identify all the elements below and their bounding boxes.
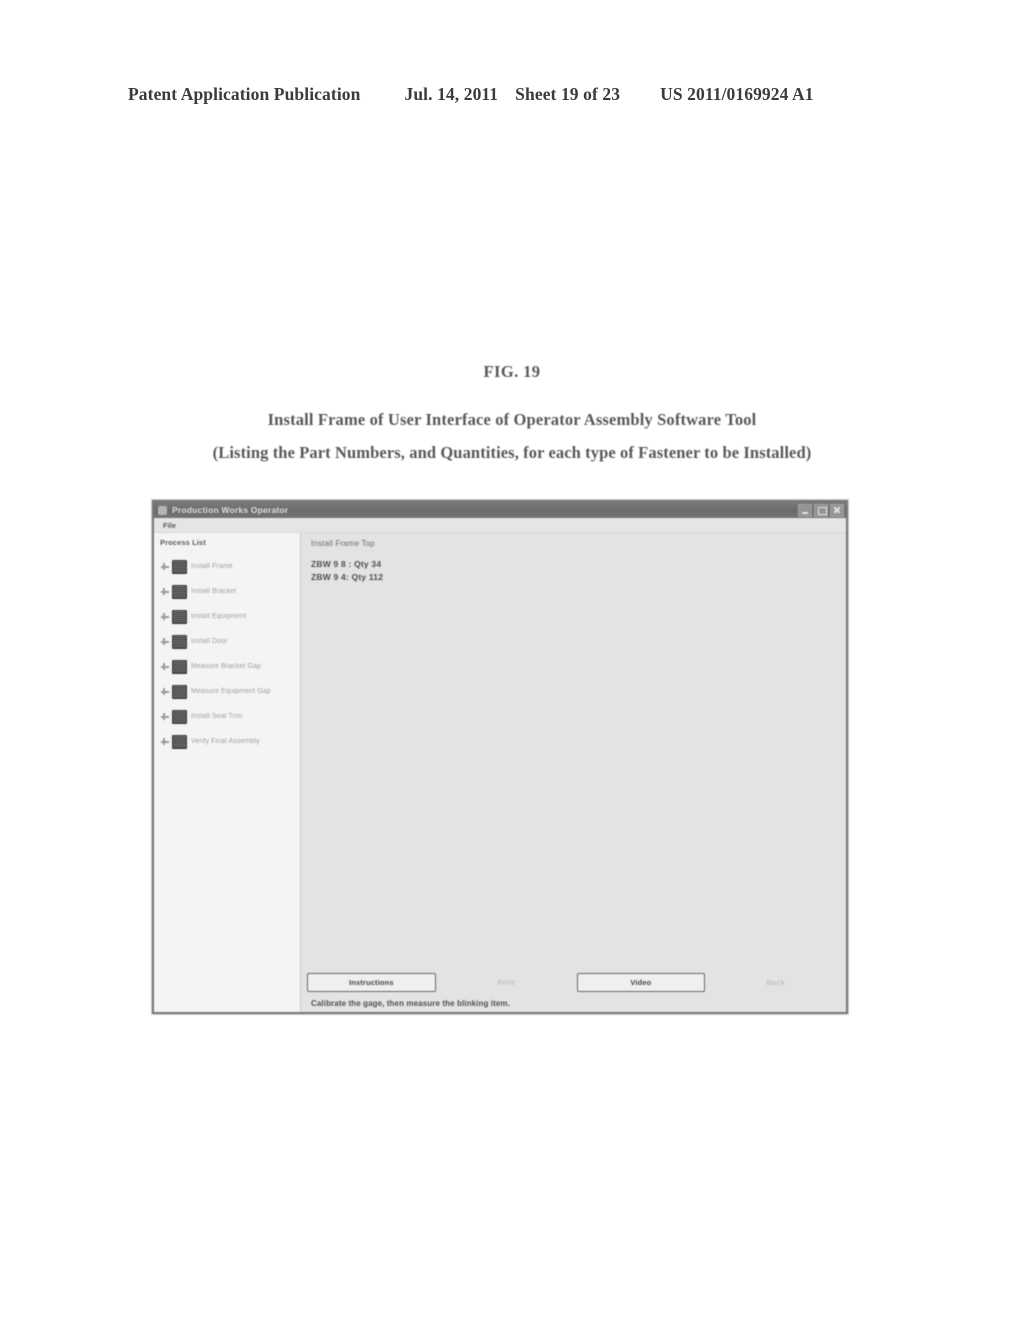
process-list: Install Frame Install Bracket Install Eq… xyxy=(154,554,300,1012)
expand-icon[interactable] xyxy=(159,586,170,597)
window-body: Process List Install Frame Install Brack… xyxy=(154,533,846,1012)
menu-bar: File xyxy=(154,518,846,533)
window-title: Production Works Operator xyxy=(172,505,289,515)
figure-label: FIG. 19 xyxy=(483,362,541,381)
expand-icon[interactable] xyxy=(159,611,170,622)
maximize-icon[interactable] xyxy=(814,503,828,517)
content-heading: Install Frame Top xyxy=(311,539,375,548)
list-item[interactable]: Install Frame xyxy=(159,554,300,579)
back-button[interactable]: Back xyxy=(711,973,840,992)
window-titlebar[interactable]: Production Works Operator xyxy=(154,502,846,518)
application-window: Production Works Operator File Process L… xyxy=(152,500,848,1014)
video-button[interactable]: Video xyxy=(576,972,706,992)
status-text: Calibrate the gage, then measure the bli… xyxy=(311,998,510,1008)
page-header: Patent Application Publication Jul. 14, … xyxy=(128,84,896,105)
list-item-label: Install Door xyxy=(191,638,228,645)
list-item[interactable]: Install Door xyxy=(159,629,300,654)
status-bar: Calibrate the gage, then measure the bli… xyxy=(301,994,846,1012)
list-item[interactable]: Measure Equipment Gap xyxy=(159,679,300,704)
list-item-label: Install Bracket xyxy=(191,588,237,595)
publication-label: Patent Application Publication xyxy=(128,84,361,104)
minimize-icon[interactable] xyxy=(798,503,812,517)
button-row: Instructions Print Video Back xyxy=(301,970,846,994)
expand-icon[interactable] xyxy=(159,736,170,747)
menu-item-file[interactable]: File xyxy=(160,521,179,530)
list-item-label: Install Equipment xyxy=(191,613,247,620)
process-icon xyxy=(172,709,187,724)
list-item[interactable]: Install Seal Trim xyxy=(159,704,300,729)
content-panel: Install Frame Top ZBW 9 8 : Qty 34 ZBW 9… xyxy=(300,533,846,1012)
process-icon xyxy=(172,609,187,624)
expand-icon[interactable] xyxy=(159,661,170,672)
process-icon xyxy=(172,684,187,699)
process-icon xyxy=(172,634,187,649)
figure-caption-block: FIG. 19 Install Frame of User Interface … xyxy=(0,362,1024,463)
patent-number: US 2011/0169924 A1 xyxy=(660,84,814,104)
process-list-panel: Process List Install Frame Install Brack… xyxy=(154,533,300,1012)
part-line: ZBW 9 4: Qty 112 xyxy=(311,572,384,582)
list-item-label: Measure Equipment Gap xyxy=(191,688,271,695)
expand-icon[interactable] xyxy=(159,636,170,647)
figure-title: Install Frame of User Interface of Opera… xyxy=(267,410,757,429)
process-icon xyxy=(172,659,187,674)
process-icon xyxy=(172,559,187,574)
print-button[interactable]: Print xyxy=(442,973,571,992)
close-icon[interactable] xyxy=(830,503,844,517)
list-item[interactable]: Install Bracket xyxy=(159,579,300,604)
publication-date: Jul. 14, 2011 xyxy=(404,84,499,104)
process-list-header: Process List xyxy=(160,538,206,547)
expand-icon[interactable] xyxy=(159,711,170,722)
application-icon xyxy=(158,505,167,515)
expand-icon[interactable] xyxy=(159,561,170,572)
list-item-label: Install Frame xyxy=(191,563,233,570)
list-item[interactable]: Verify Final Assembly xyxy=(159,729,300,754)
part-line: ZBW 9 8 : Qty 34 xyxy=(311,559,382,569)
list-item[interactable]: Measure Bracket Gap xyxy=(159,654,300,679)
expand-icon[interactable] xyxy=(159,686,170,697)
content-main: Install Frame Top ZBW 9 8 : Qty 34 ZBW 9… xyxy=(301,533,846,970)
process-icon xyxy=(172,584,187,599)
sheet-number: Sheet 19 of 23 xyxy=(515,84,621,104)
process-icon xyxy=(172,734,187,749)
list-item-label: Verify Final Assembly xyxy=(191,738,260,745)
list-item-label: Install Seal Trim xyxy=(191,713,243,720)
list-item-label: Measure Bracket Gap xyxy=(191,663,261,670)
window-controls xyxy=(798,503,844,517)
figure-subtitle: (Listing the Part Numbers, and Quantitie… xyxy=(212,443,812,462)
list-item[interactable]: Install Equipment xyxy=(159,604,300,629)
instructions-button[interactable]: Instructions xyxy=(307,972,436,992)
